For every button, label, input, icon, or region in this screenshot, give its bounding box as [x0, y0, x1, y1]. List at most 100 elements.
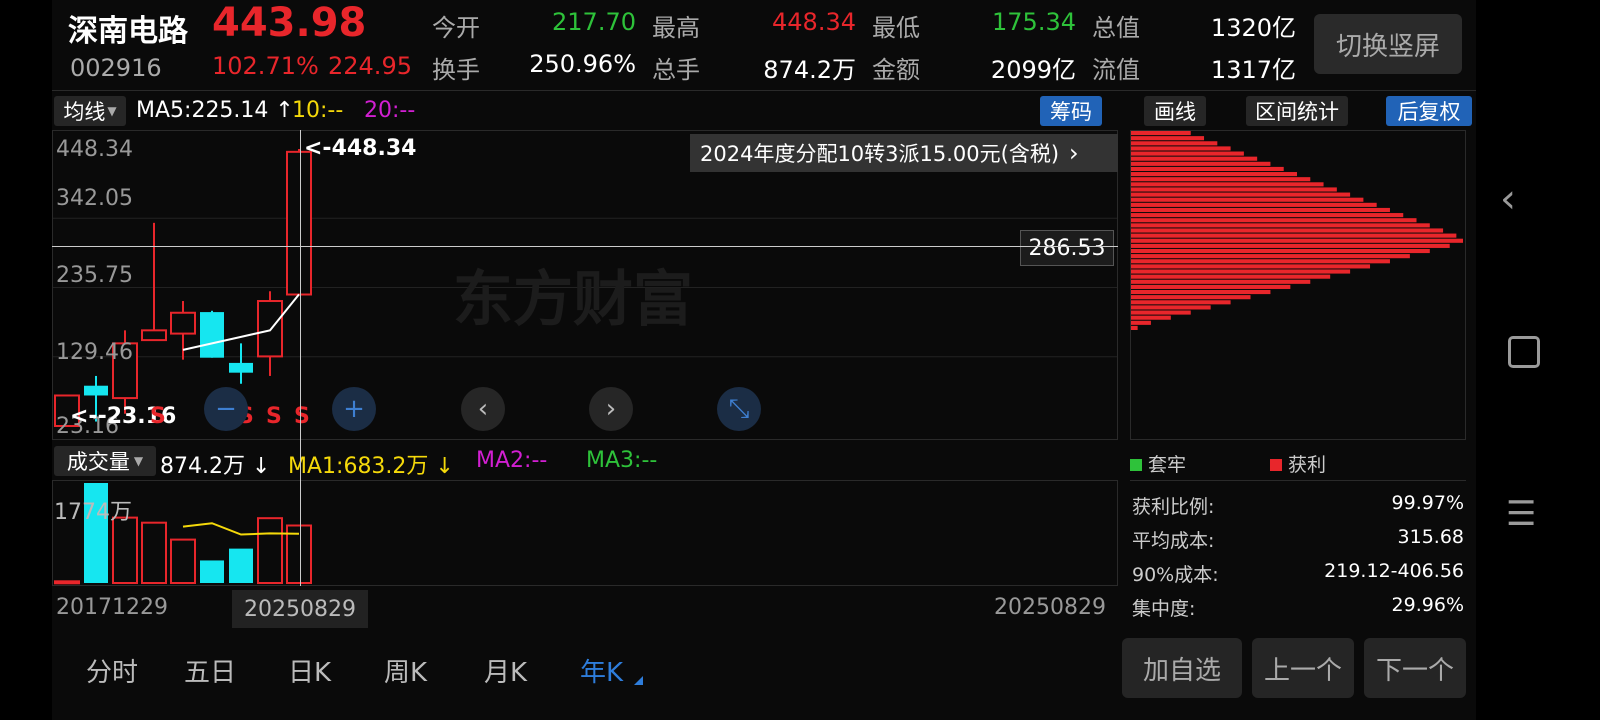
candle-body: [200, 312, 224, 358]
chip-stat-label: 平均成本:: [1132, 530, 1215, 552]
period-tab-5day[interactable]: 五日: [184, 652, 236, 689]
period-tab-weekly[interactable]: 周K: [384, 652, 427, 689]
stat-value-high: 448.34: [772, 8, 856, 36]
chip-bar: [1131, 284, 1291, 289]
candle: [257, 291, 283, 376]
volume-bar: [54, 580, 80, 585]
crosshair-price: 286.53: [1020, 230, 1114, 266]
volume-bar: [257, 517, 283, 585]
period-tab-yearly[interactable]: 年K: [580, 652, 623, 689]
chip-bar: [1131, 259, 1390, 264]
volume-bar: [112, 516, 138, 585]
volume-selector[interactable]: 成交量 ▼: [54, 446, 156, 476]
volume-panel[interactable]: [52, 480, 1118, 586]
home-nav-icon[interactable]: [1508, 336, 1540, 368]
chip-bar: [1131, 243, 1450, 248]
period-tab-monthly[interactable]: 月K: [484, 652, 527, 689]
stat-value-volume: 874.2万: [763, 56, 856, 84]
zoom-out-button[interactable]: −: [204, 387, 248, 431]
zoom-in-button[interactable]: +: [332, 387, 376, 431]
chip-bar: [1131, 218, 1417, 223]
chip-bar: [1131, 177, 1311, 182]
dividend-notice[interactable]: 2024年度分配10转3派15.00元(含税) ›: [690, 134, 1118, 172]
chip-bar: [1131, 146, 1231, 151]
ma5-value: MA5:225.14 ↑: [136, 98, 294, 123]
chip-bar: [1131, 202, 1377, 207]
collapse-icon[interactable]: ⤡: [717, 387, 761, 431]
chip-bar: [1131, 166, 1284, 172]
y-label-3: 129.46: [56, 340, 133, 365]
candle: [141, 222, 167, 342]
volume-bar: [141, 521, 167, 584]
stock-app: 深南电路 443.98 002916 102.71% 224.95 今开 217…: [52, 0, 1476, 720]
legend-loss-text: 套牢: [1148, 454, 1187, 476]
scroll-right-button[interactable]: ›: [589, 387, 633, 431]
stat-label-turnover: 换手: [432, 56, 480, 84]
chip-bar: [1131, 207, 1390, 213]
legend-profit-text: 获利: [1288, 454, 1327, 476]
chip-bar: [1131, 300, 1231, 305]
ma-selector[interactable]: 均线 ▼: [54, 96, 126, 126]
stat-label-open: 今开: [432, 14, 480, 42]
switch-portrait-button[interactable]: 切换竖屏: [1314, 14, 1462, 74]
chip-bar: [1131, 310, 1191, 315]
chip-bar: [1131, 197, 1364, 202]
chip-bar: [1131, 305, 1211, 310]
candle-body: [141, 329, 167, 342]
date-end: 20250829: [994, 595, 1106, 620]
stat-label-float: 流值: [1092, 56, 1140, 84]
candle: [229, 343, 253, 384]
volume-value: 874.2万 ↓: [160, 448, 270, 480]
candle-body: [229, 362, 253, 373]
y-label-2: 235.75: [56, 263, 133, 288]
back-nav-icon[interactable]: ‹: [1500, 176, 1516, 222]
volume-max-label: 1774万: [54, 500, 132, 525]
stat-label-low: 最低: [872, 14, 920, 42]
legend-profit-swatch: [1270, 459, 1282, 471]
period-tab-timeshare[interactable]: 分时: [86, 652, 138, 689]
prev-stock-button[interactable]: 上一个: [1252, 638, 1354, 698]
period-tab-daily[interactable]: 日K: [288, 652, 331, 689]
chip-stat-label: 获利比例:: [1132, 496, 1215, 518]
stock-name: 深南电路: [68, 14, 188, 49]
chip-distribution-chart: [1131, 131, 1463, 330]
draw-line-button[interactable]: 画线: [1144, 96, 1206, 126]
candle: [170, 301, 196, 360]
chip-bar: [1131, 315, 1171, 320]
adjust-mode-button[interactable]: 后复权: [1386, 96, 1472, 126]
candle: [200, 310, 224, 358]
stat-label-volume: 总手: [652, 56, 700, 84]
chip-bar: [1131, 295, 1251, 300]
chip-panel: [1130, 130, 1466, 440]
chip-divider: [1130, 480, 1466, 481]
chips-button[interactable]: 筹码: [1040, 96, 1102, 126]
chip-bar: [1131, 141, 1218, 146]
legend-loss: 套牢: [1130, 450, 1186, 477]
candle-body: [84, 385, 108, 396]
chip-bar: [1131, 274, 1331, 279]
scroll-left-button[interactable]: ‹: [461, 387, 505, 431]
change-amount: 224.95: [328, 52, 412, 80]
chip-bar: [1131, 182, 1324, 187]
chip-bar: [1131, 172, 1297, 177]
chip-stat-value: 99.97%: [1391, 492, 1464, 514]
vol-ma1-text: MA1:683.2万: [288, 454, 429, 479]
change-percent: 102.71%: [212, 52, 319, 80]
stock-price: 443.98: [212, 0, 367, 46]
ma10-value: 10:--: [292, 98, 344, 123]
ma-selector-label: 均线: [63, 100, 106, 124]
chip-bar: [1131, 264, 1371, 269]
vol-ma2: MA2:--: [476, 448, 548, 473]
range-stats-button[interactable]: 区间统计: [1246, 96, 1348, 126]
menu-nav-icon[interactable]: ☰: [1506, 494, 1536, 534]
add-watchlist-button[interactable]: 加自选: [1122, 638, 1242, 698]
period-more-icon[interactable]: [634, 676, 643, 685]
next-stock-button[interactable]: 下一个: [1364, 638, 1466, 698]
volume-chart: [54, 483, 312, 585]
chip-stat-value: 315.68: [1397, 526, 1464, 548]
chip-stat-label: 集中度:: [1132, 598, 1196, 620]
candle-body: [170, 311, 196, 335]
stat-value-open: 217.70: [552, 8, 636, 36]
date-cursor: 20250829: [232, 590, 368, 628]
arrow-down-icon: ↓: [435, 454, 454, 479]
